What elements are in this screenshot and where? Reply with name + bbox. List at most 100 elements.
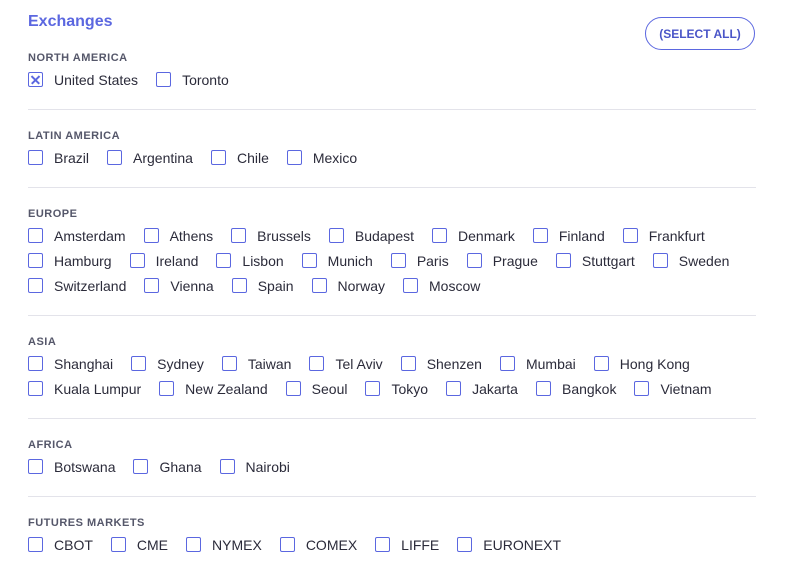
checkbox-icon[interactable] bbox=[28, 253, 43, 268]
checkbox-option-euronext[interactable]: EURONEXT bbox=[457, 535, 561, 554]
checkbox-icon[interactable] bbox=[107, 150, 123, 165]
checkbox-option-frankfurt[interactable]: Frankfurt bbox=[622, 226, 705, 245]
checkbox-option-kuala-lumpur[interactable]: Kuala Lumpur bbox=[28, 379, 141, 398]
checkbox-icon[interactable] bbox=[432, 228, 448, 243]
checkbox-option-nairobi[interactable]: Nairobi bbox=[219, 457, 290, 476]
checkbox-icon[interactable] bbox=[532, 228, 548, 243]
select-all-button[interactable]: (SELECT ALL) bbox=[645, 17, 755, 50]
checkbox-option-chile[interactable]: Chile bbox=[210, 148, 269, 167]
checkbox-icon[interactable] bbox=[143, 228, 159, 243]
checkbox-icon[interactable] bbox=[328, 228, 344, 243]
checkbox-option-switzerland[interactable]: Switzerland bbox=[28, 276, 126, 295]
checkbox-option-lisbon[interactable]: Lisbon bbox=[216, 251, 284, 270]
checkbox-option-botswana[interactable]: Botswana bbox=[28, 457, 115, 476]
checkbox-icon[interactable] bbox=[446, 381, 462, 396]
checkbox-option-brussels[interactable]: Brussels bbox=[231, 226, 311, 245]
checkbox-option-seoul[interactable]: Seoul bbox=[285, 379, 347, 398]
checkbox-icon[interactable] bbox=[390, 253, 406, 268]
checkbox-option-new-zealand[interactable]: New Zealand bbox=[159, 379, 268, 398]
checkbox-icon[interactable] bbox=[301, 253, 317, 268]
checkbox-option-sydney[interactable]: Sydney bbox=[131, 354, 204, 373]
checkbox-option-taiwan[interactable]: Taiwan bbox=[221, 354, 291, 373]
checkbox-option-shanghai[interactable]: Shanghai bbox=[28, 354, 113, 373]
checkbox-icon[interactable] bbox=[28, 228, 43, 243]
checkbox-option-mexico[interactable]: Mexico bbox=[286, 148, 357, 167]
checkbox-icon[interactable] bbox=[634, 381, 650, 396]
checkbox-option-toronto[interactable]: Toronto bbox=[156, 70, 229, 89]
checkbox-option-denmark[interactable]: Denmark bbox=[432, 226, 515, 245]
checkbox-option-cme[interactable]: CME bbox=[110, 535, 168, 554]
checkbox-label: Jakarta bbox=[472, 380, 518, 397]
checkbox-option-nymex[interactable]: NYMEX bbox=[186, 535, 262, 554]
checkbox-option-stuttgart[interactable]: Stuttgart bbox=[555, 251, 635, 270]
checkbox-icon[interactable] bbox=[622, 228, 638, 243]
checkbox-icon[interactable] bbox=[219, 459, 235, 474]
checkbox-icon[interactable] bbox=[28, 278, 43, 293]
checkbox-icon[interactable] bbox=[555, 253, 571, 268]
checkbox-option-ireland[interactable]: Ireland bbox=[129, 251, 198, 270]
checkbox-icon[interactable] bbox=[110, 537, 126, 552]
checkbox-icon[interactable] bbox=[309, 356, 325, 371]
checkbox-option-athens[interactable]: Athens bbox=[143, 226, 213, 245]
checkbox-icon[interactable] bbox=[133, 459, 149, 474]
checkbox-icon[interactable] bbox=[231, 278, 247, 293]
checkbox-icon[interactable] bbox=[311, 278, 327, 293]
checkbox-option-united-states[interactable]: United States bbox=[28, 70, 138, 89]
checkbox-icon[interactable] bbox=[457, 537, 473, 552]
checkbox-option-finland[interactable]: Finland bbox=[532, 226, 605, 245]
checkbox-icon[interactable] bbox=[499, 356, 515, 371]
checkbox-option-jakarta[interactable]: Jakarta bbox=[446, 379, 518, 398]
checkbox-option-comex[interactable]: COMEX bbox=[279, 535, 357, 554]
checkbox-option-munich[interactable]: Munich bbox=[301, 251, 373, 270]
checkbox-option-paris[interactable]: Paris bbox=[390, 251, 449, 270]
checkbox-option-tel-aviv[interactable]: Tel Aviv bbox=[309, 354, 383, 373]
checkbox-icon[interactable] bbox=[28, 381, 43, 396]
checkbox-icon[interactable] bbox=[28, 356, 43, 371]
checkbox-icon[interactable] bbox=[466, 253, 482, 268]
checkbox-icon[interactable] bbox=[231, 228, 247, 243]
checkbox-option-spain[interactable]: Spain bbox=[231, 276, 294, 295]
checkbox-option-vietnam[interactable]: Vietnam bbox=[634, 379, 712, 398]
checkbox-icon[interactable] bbox=[285, 381, 301, 396]
checkbox-icon[interactable] bbox=[159, 381, 175, 396]
checkbox-icon[interactable] bbox=[186, 537, 202, 552]
checkbox-option-hamburg[interactable]: Hamburg bbox=[28, 251, 112, 270]
checkbox-option-cbot[interactable]: CBOT bbox=[28, 535, 93, 554]
checkbox-option-sweden[interactable]: Sweden bbox=[652, 251, 729, 270]
checkbox-option-hong-kong[interactable]: Hong Kong bbox=[593, 354, 690, 373]
checkbox-icon[interactable] bbox=[210, 150, 226, 165]
checkbox-option-shenzen[interactable]: Shenzen bbox=[400, 354, 482, 373]
checkbox-icon[interactable] bbox=[28, 459, 43, 474]
checkbox-icon[interactable] bbox=[279, 537, 295, 552]
checkbox-icon[interactable] bbox=[144, 278, 160, 293]
checkbox-option-bangkok[interactable]: Bangkok bbox=[535, 379, 616, 398]
checkbox-option-liffe[interactable]: LIFFE bbox=[375, 535, 439, 554]
checkbox-icon[interactable] bbox=[365, 381, 381, 396]
checkbox-icon[interactable] bbox=[28, 537, 43, 552]
checkbox-option-vienna[interactable]: Vienna bbox=[144, 276, 214, 295]
checkbox-icon[interactable] bbox=[131, 356, 147, 371]
checkbox-icon[interactable] bbox=[400, 356, 416, 371]
checkbox-icon[interactable] bbox=[221, 356, 237, 371]
checkbox-icon[interactable] bbox=[28, 150, 43, 165]
checkbox-icon[interactable] bbox=[286, 150, 302, 165]
checkbox-option-tokyo[interactable]: Tokyo bbox=[365, 379, 428, 398]
checkbox-option-amsterdam[interactable]: Amsterdam bbox=[28, 226, 126, 245]
checkbox-option-argentina[interactable]: Argentina bbox=[107, 148, 193, 167]
checkbox-icon[interactable] bbox=[156, 72, 172, 87]
checkbox-option-mumbai[interactable]: Mumbai bbox=[499, 354, 576, 373]
checkbox-option-ghana[interactable]: Ghana bbox=[133, 457, 202, 476]
checkbox-icon[interactable] bbox=[216, 253, 232, 268]
checkbox-icon[interactable] bbox=[593, 356, 609, 371]
checkbox-icon[interactable] bbox=[652, 253, 668, 268]
checkbox-option-brazil[interactable]: Brazil bbox=[28, 148, 89, 167]
checkbox-option-budapest[interactable]: Budapest bbox=[328, 226, 414, 245]
checkbox-checked-icon[interactable] bbox=[28, 72, 43, 87]
checkbox-option-norway[interactable]: Norway bbox=[311, 276, 385, 295]
checkbox-icon[interactable] bbox=[535, 381, 551, 396]
checkbox-icon[interactable] bbox=[375, 537, 391, 552]
checkbox-option-moscow[interactable]: Moscow bbox=[403, 276, 480, 295]
checkbox-icon[interactable] bbox=[403, 278, 418, 293]
checkbox-option-prague[interactable]: Prague bbox=[466, 251, 538, 270]
checkbox-icon[interactable] bbox=[129, 253, 145, 268]
